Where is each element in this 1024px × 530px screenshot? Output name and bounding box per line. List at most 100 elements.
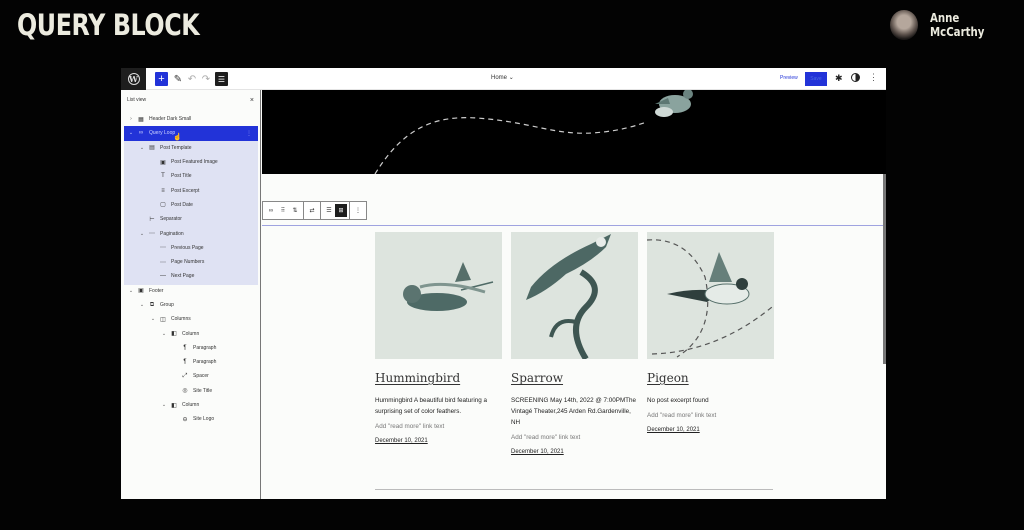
- grid-layout-icon[interactable]: ⊞: [335, 204, 347, 217]
- read-more-placeholder[interactable]: Add "read more" link text: [375, 423, 502, 430]
- read-more-placeholder[interactable]: Add "read more" link text: [647, 412, 774, 419]
- list-view-item-post-title[interactable]: T Post Title: [124, 169, 258, 183]
- document-title: Home: [491, 75, 508, 81]
- post-featured-image[interactable]: [375, 232, 502, 359]
- flight-path-dashed: [374, 117, 648, 174]
- list-view-item-label: Query Loop: [149, 130, 176, 137]
- wordpress-logo-button[interactable]: W: [121, 68, 146, 90]
- document-title-dropdown[interactable]: Home ⌄: [491, 74, 514, 81]
- site-title-block-icon: ◎: [182, 388, 188, 395]
- editor-top-toolbar: W + ✎ ↶ ↷ ☰ Home ⌄ Preview Save ✱ ⋮: [121, 68, 886, 90]
- video-title: QUERY BLOCK: [17, 8, 200, 42]
- post-excerpt: SCREENING May 14th, 2022 @ 7:00PMThe Vin…: [511, 397, 637, 426]
- list-view-item-separator[interactable]: ⊢ Separator: [124, 212, 258, 226]
- edit-tools-button[interactable]: ✎: [173, 72, 183, 86]
- settings-gear-icon[interactable]: ✱: [835, 73, 843, 84]
- columns-block-icon: ◫: [160, 316, 166, 323]
- list-view-item-label: Page Numbers: [171, 259, 205, 266]
- link-icon[interactable]: ∞: [265, 204, 277, 217]
- post-title-link[interactable]: Hummingbird: [375, 371, 502, 385]
- add-block-button[interactable]: +: [155, 72, 168, 86]
- list-layout-icon[interactable]: ☰: [323, 204, 335, 217]
- pigeon-image: [647, 239, 773, 358]
- chevron-down-icon: ⌄: [508, 75, 514, 81]
- list-view-item-group[interactable]: ⌄ ⧉ Group: [124, 298, 258, 312]
- list-view-item-post-date[interactable]: ▢ Post Date: [124, 198, 258, 212]
- separator-block-icon: ⊢: [149, 216, 155, 223]
- chevron-down-icon[interactable]: ⌄: [139, 145, 145, 151]
- undo-button[interactable]: ↶: [187, 72, 197, 86]
- list-view-item-site-title[interactable]: ◎ Site Title: [124, 384, 258, 398]
- post-featured-image-block-icon: ▣: [160, 159, 166, 166]
- chevron-down-icon[interactable]: ⌄: [139, 231, 145, 237]
- list-view-item-site-logo[interactable]: ⊖ Site Logo: [124, 412, 258, 426]
- list-view-item-header-dark-small[interactable]: › ▦ Header Dark Small: [124, 112, 258, 126]
- list-view-item-label: Header Dark Small: [149, 116, 192, 123]
- list-view-item-label: Column: [182, 330, 200, 337]
- block-options-icon[interactable]: ⋮: [246, 130, 252, 137]
- list-view-button[interactable]: ☰: [215, 72, 228, 86]
- options-menu-icon[interactable]: ⋮: [869, 72, 878, 83]
- wordpress-logo-icon: W: [127, 73, 140, 85]
- list-view-item-column[interactable]: ⌄ ◧ Column: [124, 398, 258, 412]
- list-view-item-label: Next Page: [171, 273, 195, 280]
- chevron-down-icon[interactable]: ⌄: [161, 331, 167, 337]
- post-title-link[interactable]: Pigeon: [647, 371, 774, 385]
- separator-block[interactable]: [375, 489, 773, 490]
- presenter: Anne McCarthy: [890, 10, 1024, 40]
- next-page-block-icon: —: [160, 273, 166, 280]
- list-view-item-label: Columns: [171, 316, 191, 323]
- redo-button[interactable]: ↷: [201, 72, 211, 86]
- styles-contrast-icon[interactable]: [851, 73, 860, 82]
- list-view-item-spacer[interactable]: ⤢ Spacer: [124, 369, 258, 383]
- list-view-item-column[interactable]: ⌄ ◧ Column: [124, 326, 258, 340]
- canvas-scrollbar[interactable]: [883, 174, 886, 364]
- read-more-placeholder[interactable]: Add "read more" link text: [511, 434, 638, 441]
- pagination-block-icon: ⋯: [149, 231, 155, 238]
- list-view-item-page-numbers[interactable]: ⋯ Page Numbers: [124, 255, 258, 269]
- chevron-down-icon[interactable]: ⌄: [150, 316, 156, 322]
- list-view-item-paragraph[interactable]: ¶ Paragraph: [124, 341, 258, 355]
- preview-button[interactable]: Preview: [780, 75, 798, 81]
- list-view-item-label: Post Template: [160, 144, 192, 151]
- editor-canvas: ∞ ⠿ ⇅ ⇄ ☰ ⊞ ⋮ Hummingbird Hummingbird A …: [262, 90, 886, 499]
- list-view-header: List view ×: [121, 90, 260, 110]
- chevron-down-icon[interactable]: ⌄: [161, 402, 167, 408]
- list-view-item-pagination[interactable]: ⌄ ⋯ Pagination: [124, 226, 258, 240]
- post-featured-image[interactable]: [647, 232, 774, 359]
- chevron-down-icon[interactable]: ⌄: [128, 288, 134, 294]
- post-date[interactable]: December 10, 2021: [375, 438, 502, 444]
- post-excerpt: Hummingbird A beautiful bird featuring a…: [375, 397, 488, 415]
- settings-sliders-icon[interactable]: ⇄: [306, 204, 318, 217]
- list-view-item-post-featured-image[interactable]: ▣ Post Featured Image: [124, 155, 258, 169]
- save-button[interactable]: Save: [805, 72, 827, 86]
- close-icon[interactable]: ×: [250, 97, 254, 104]
- header-dark-block[interactable]: [262, 90, 886, 174]
- list-view-item-query-loop[interactable]: ⌄ ∞ Query Loop ⋮ ☝: [124, 126, 258, 141]
- list-view-item-label: Group: [160, 302, 174, 308]
- list-view-item-footer[interactable]: ⌄ ▣ Footer: [124, 284, 258, 298]
- paragraph-block-icon: ¶: [183, 344, 187, 351]
- list-view-item-paragraph[interactable]: ¶ Paragraph: [124, 355, 258, 369]
- list-view-item-post-excerpt[interactable]: ≡ Post Excerpt: [124, 183, 258, 197]
- post-featured-image[interactable]: [511, 232, 638, 359]
- presenter-avatar: [890, 10, 918, 40]
- post-date[interactable]: December 10, 2021: [647, 427, 774, 433]
- post-title-link[interactable]: Sparrow: [511, 371, 638, 385]
- chevron-right-icon[interactable]: ›: [128, 116, 134, 122]
- chevron-down-icon[interactable]: ⌄: [139, 302, 145, 308]
- spacer-block-icon: ⤢: [182, 372, 188, 379]
- list-view-item-next-page[interactable]: — Next Page: [124, 269, 258, 283]
- list-view-item-columns[interactable]: ⌄ ◫ Columns: [124, 312, 258, 326]
- post-item: Hummingbird Hummingbird A beautiful bird…: [375, 232, 502, 455]
- move-up-down-icon[interactable]: ⇅: [289, 204, 301, 217]
- post-date[interactable]: December 10, 2021: [511, 449, 638, 455]
- list-view-item-label: Column: [182, 402, 200, 409]
- drag-handle-icon[interactable]: ⠿: [277, 204, 289, 217]
- chevron-down-icon[interactable]: ⌄: [128, 130, 134, 136]
- more-options-icon[interactable]: ⋮: [352, 204, 364, 217]
- site-logo-block-icon: ⊖: [182, 416, 188, 423]
- list-view-item-previous-page[interactable]: ⋯ Previous Page: [124, 241, 258, 255]
- list-view-item-post-template[interactable]: ⌄ ▤ Post Template: [124, 141, 258, 155]
- list-view-item-label: Post Title: [171, 173, 192, 180]
